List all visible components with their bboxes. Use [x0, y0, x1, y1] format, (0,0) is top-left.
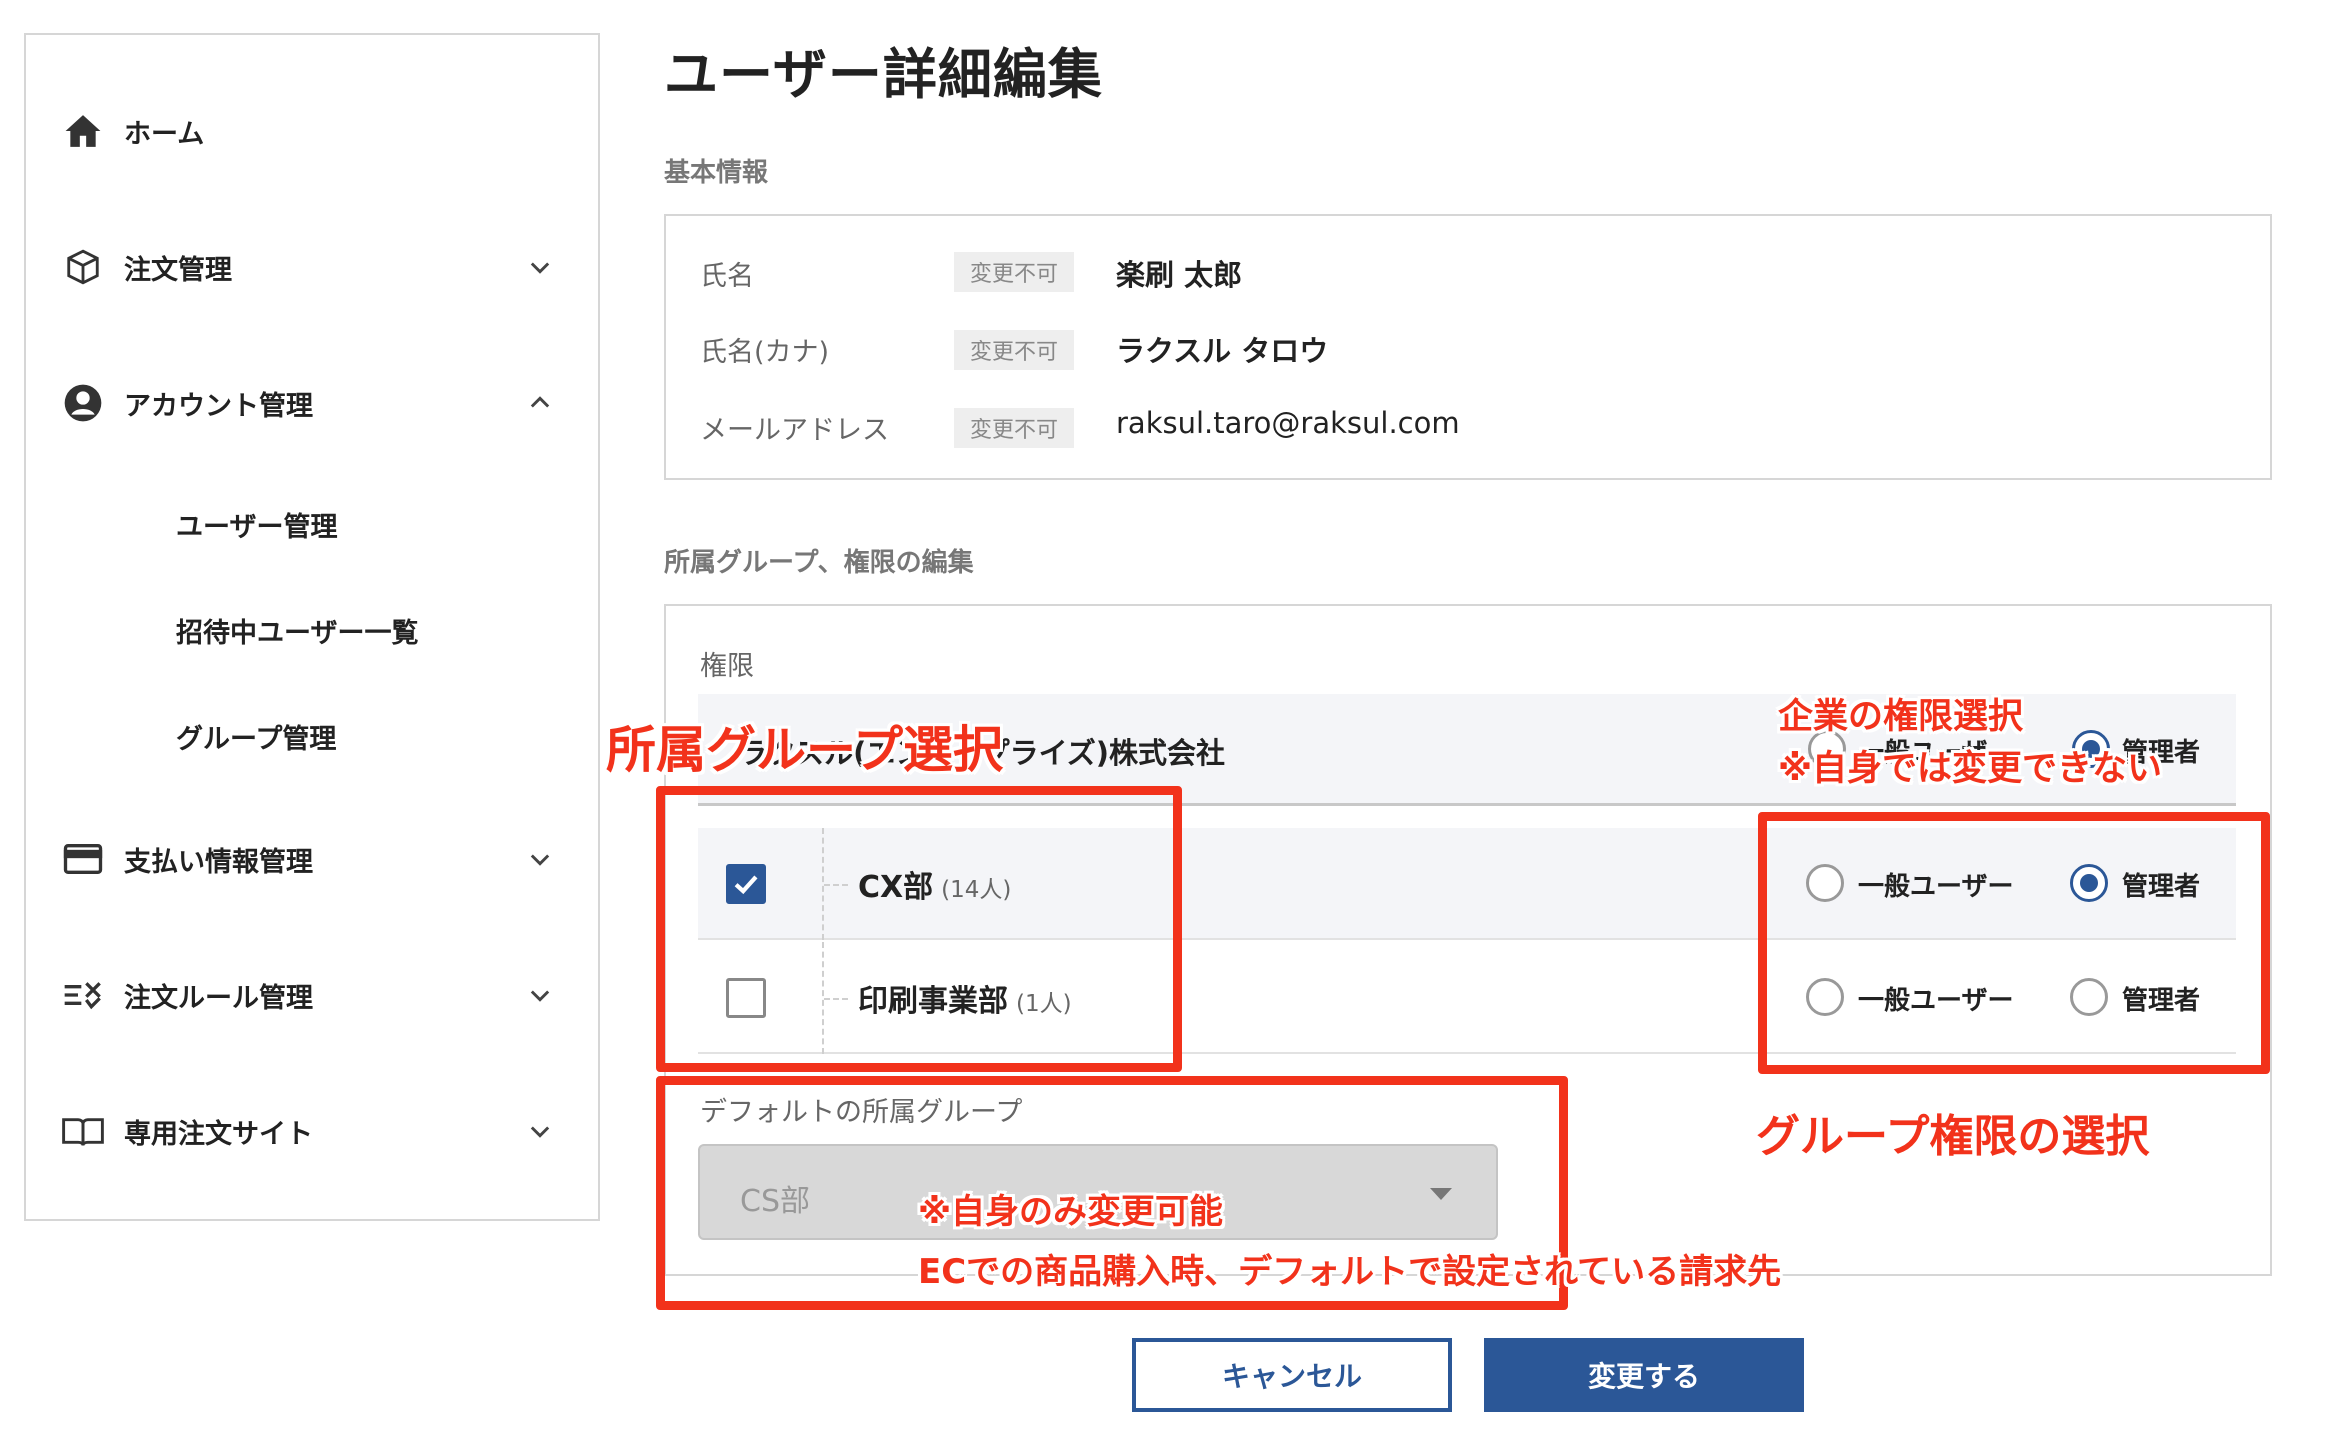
sidebar: ホーム 注文管理 アカウント管理 ユーザー管理 招待中ユーザー一覧 グループ管理…: [24, 33, 600, 1221]
kana-label: 氏名(カナ): [700, 337, 830, 368]
nav-order-rules-label: 注文ルール管理: [124, 982, 313, 1014]
nav-orders-label: 注文管理: [124, 254, 232, 286]
nav-order-rules[interactable]: 注文ルール管理: [62, 965, 582, 1025]
chevron-down-icon[interactable]: [526, 1117, 554, 1145]
account-icon: [62, 382, 104, 424]
nav-home-label: ホーム: [124, 118, 205, 150]
nav-dedicated-site[interactable]: 専用注文サイト: [62, 1101, 582, 1161]
annotation-company-permission-note: ※自身では変更できない: [1778, 749, 2163, 789]
nav-account[interactable]: アカウント管理: [62, 373, 582, 433]
sidebar-item-users[interactable]: ユーザー管理: [176, 505, 337, 544]
chevron-down-icon[interactable]: [526, 253, 554, 281]
page-title: ユーザー詳細編集: [664, 43, 1103, 106]
card-icon: [62, 838, 104, 880]
annotation-group-select: 所属グループ選択: [606, 721, 1003, 779]
nav-orders[interactable]: 注文管理: [62, 237, 582, 297]
book-icon: [62, 1110, 104, 1152]
nav-account-label: アカウント管理: [124, 390, 313, 422]
annotation-box-group-select: [656, 786, 1182, 1072]
name-label: 氏名: [700, 261, 754, 292]
permission-label: 権限: [700, 651, 754, 682]
kana-value: ラクスル タロウ: [1116, 334, 1329, 368]
email-value: raksul.taro@raksul.com: [1116, 406, 1460, 440]
nav-payment[interactable]: 支払い情報管理: [62, 829, 582, 889]
nav-home[interactable]: ホーム: [62, 101, 582, 161]
annotation-company-permission: 企業の権限選択: [1778, 697, 2024, 737]
readonly-badge: 変更不可: [954, 330, 1074, 370]
home-icon: [62, 110, 104, 152]
chevron-down-icon[interactable]: [526, 845, 554, 873]
nav-payment-label: 支払い情報管理: [124, 846, 313, 878]
readonly-badge: 変更不可: [954, 408, 1074, 448]
annotation-default-description: ECでの商品購入時、デフォルトで設定されている請求先: [918, 1252, 1782, 1292]
annotation-default-note: ※自身のみ変更可能: [918, 1192, 1224, 1232]
annotation-box-group-permission: [1758, 812, 2270, 1074]
group-edit-title: 所属グループ、権限の編集: [664, 548, 974, 578]
chevron-up-icon[interactable]: [526, 389, 554, 417]
box-icon: [62, 246, 104, 288]
readonly-badge: 変更不可: [954, 252, 1074, 292]
name-value: 楽刷 太郎: [1116, 258, 1243, 292]
sidebar-item-invited-users[interactable]: 招待中ユーザー一覧: [176, 611, 418, 650]
cancel-button[interactable]: キャンセル: [1132, 1338, 1452, 1412]
email-label: メールアドレス: [700, 415, 889, 446]
basic-info-title: 基本情報: [664, 158, 769, 188]
annotation-group-permission: グループ権限の選択: [1756, 1111, 2150, 1162]
basic-info-box: 氏名 変更不可 楽刷 太郎 氏名(カナ) 変更不可 ラクスル タロウ メールアド…: [664, 214, 2272, 480]
sidebar-item-groups[interactable]: グループ管理: [176, 717, 336, 756]
rule-icon: [62, 974, 104, 1016]
submit-button[interactable]: 変更する: [1484, 1338, 1804, 1412]
nav-dedicated-site-label: 専用注文サイト: [124, 1118, 313, 1150]
chevron-down-icon[interactable]: [526, 981, 554, 1009]
